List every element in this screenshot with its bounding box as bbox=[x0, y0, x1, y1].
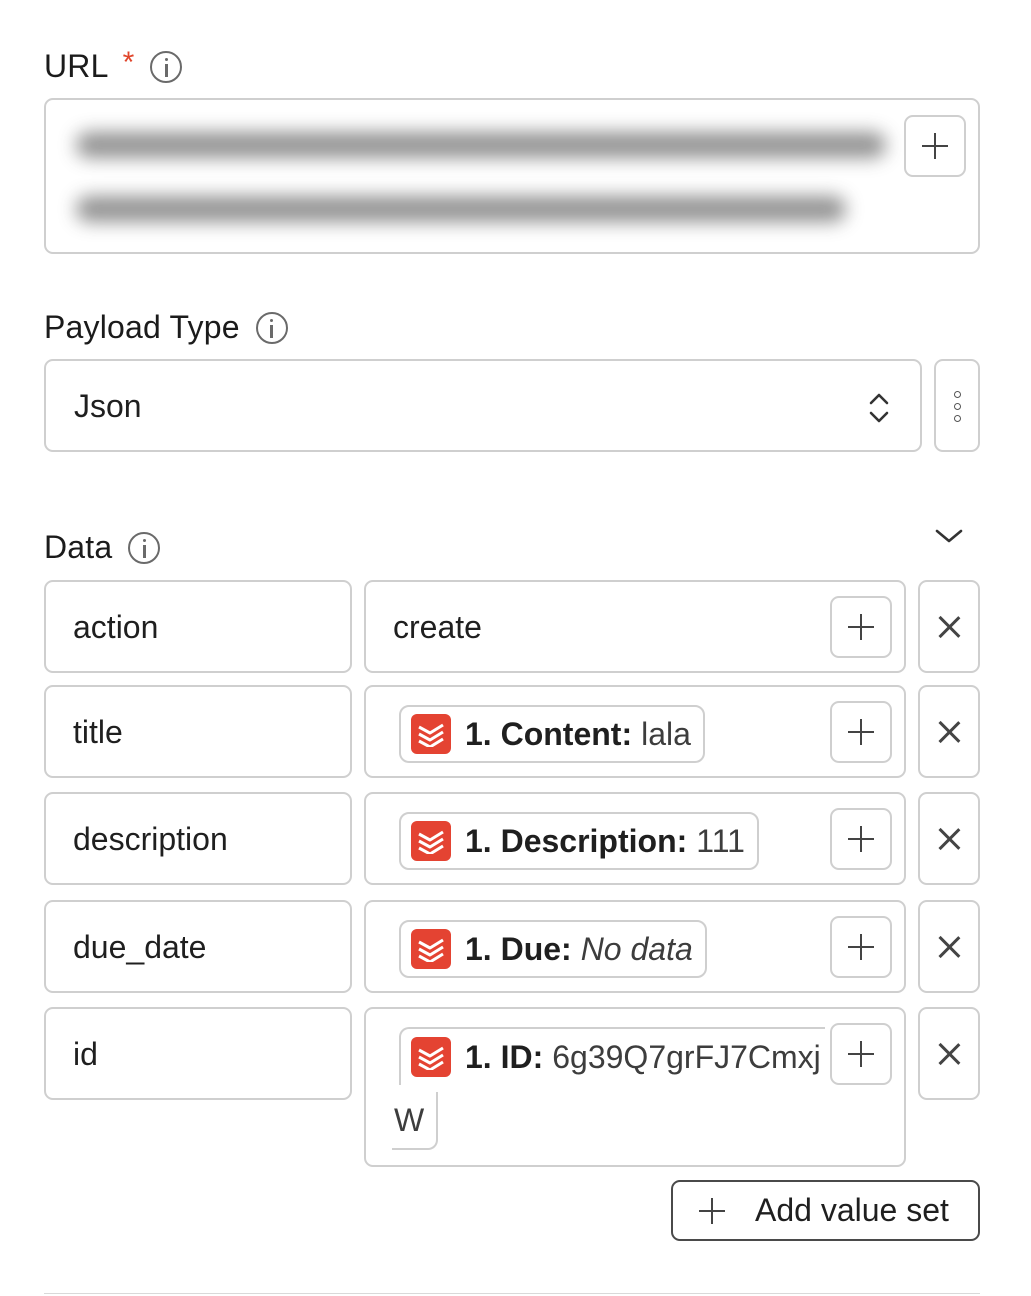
data-key-field[interactable]: id bbox=[44, 1007, 352, 1100]
mapped-field-pill-wrap[interactable]: W bbox=[392, 1092, 438, 1150]
redacted-url-text bbox=[76, 196, 846, 222]
data-key-text: due_date bbox=[73, 929, 207, 965]
data-label: Data bbox=[44, 529, 113, 565]
more-vertical-icon bbox=[954, 391, 962, 427]
remove-row-button[interactable] bbox=[918, 792, 980, 885]
plus-icon bbox=[848, 614, 874, 640]
divider bbox=[44, 1293, 980, 1294]
todoist-icon bbox=[411, 929, 451, 969]
close-icon bbox=[938, 721, 960, 743]
plus-icon bbox=[922, 133, 948, 159]
info-icon[interactable] bbox=[128, 531, 161, 564]
info-icon[interactable] bbox=[150, 50, 183, 83]
mapped-field-pill[interactable]: 1. Content: lala bbox=[399, 705, 705, 763]
remove-row-button[interactable] bbox=[918, 1007, 980, 1100]
data-value-field[interactable]: create bbox=[364, 580, 906, 673]
data-value-field[interactable]: 1. Content: lala bbox=[364, 685, 906, 778]
pill-field-value: 6g39Q7grFJ7Cmxj bbox=[552, 1038, 821, 1075]
payload-type-label: Payload Type bbox=[44, 309, 240, 345]
data-value-field[interactable]: 1. ID: 6g39Q7grFJ7Cmxj W bbox=[364, 1007, 906, 1167]
payload-type-label-row: Payload Type bbox=[44, 309, 288, 346]
mapped-field-pill[interactable]: 1. Description: 111 bbox=[399, 812, 759, 870]
data-key-text: title bbox=[73, 714, 123, 750]
mapped-field-pill[interactable]: 1. ID: 6g39Q7grFJ7Cmxj bbox=[399, 1027, 825, 1085]
insert-data-button[interactable] bbox=[830, 916, 892, 978]
insert-data-button[interactable] bbox=[830, 1023, 892, 1085]
data-label-row: Data bbox=[44, 529, 161, 566]
insert-data-button[interactable] bbox=[830, 596, 892, 658]
pill-field-name: 1. ID: bbox=[465, 1038, 544, 1075]
remove-row-button[interactable] bbox=[918, 900, 980, 993]
plus-icon bbox=[848, 934, 874, 960]
pill-field-value: No data bbox=[580, 930, 693, 967]
data-key-text: action bbox=[73, 609, 159, 645]
insert-data-button[interactable] bbox=[830, 701, 892, 763]
url-input[interactable] bbox=[44, 98, 980, 254]
pill-field-value: lala bbox=[641, 715, 691, 752]
chevron-up-down-icon bbox=[869, 393, 889, 423]
data-value-text: create bbox=[393, 609, 482, 645]
close-icon bbox=[938, 828, 960, 850]
plus-icon bbox=[848, 1041, 874, 1067]
data-key-text: description bbox=[73, 821, 228, 857]
plus-icon bbox=[848, 826, 874, 852]
data-key-field[interactable]: due_date bbox=[44, 900, 352, 993]
todoist-icon bbox=[411, 1037, 451, 1077]
payload-type-select[interactable]: Json bbox=[44, 359, 922, 452]
todoist-icon bbox=[411, 714, 451, 754]
payload-type-selected-value: Json bbox=[74, 388, 142, 424]
plus-icon bbox=[699, 1197, 725, 1224]
todoist-icon bbox=[411, 821, 451, 861]
close-icon bbox=[938, 936, 960, 958]
redacted-url-text bbox=[76, 132, 886, 158]
required-marker: * bbox=[122, 45, 135, 79]
chevron-down-icon[interactable] bbox=[934, 526, 964, 546]
insert-data-button[interactable] bbox=[830, 808, 892, 870]
add-value-set-label: Add value set bbox=[755, 1192, 949, 1228]
info-icon[interactable] bbox=[255, 311, 288, 344]
data-value-field[interactable]: 1. Due: No data bbox=[364, 900, 906, 993]
pill-field-value: 111 bbox=[696, 822, 745, 859]
data-key-field[interactable]: action bbox=[44, 580, 352, 673]
data-value-field[interactable]: 1. Description: 111 bbox=[364, 792, 906, 885]
remove-row-button[interactable] bbox=[918, 685, 980, 778]
payload-type-more-button[interactable] bbox=[934, 359, 980, 452]
close-icon bbox=[938, 616, 960, 638]
url-insert-data-button[interactable] bbox=[904, 115, 966, 177]
mapped-field-pill[interactable]: 1. Due: No data bbox=[399, 920, 707, 978]
url-label: URL bbox=[44, 48, 109, 84]
pill-field-name: 1. Due: bbox=[465, 930, 572, 967]
url-label-row: URL * bbox=[44, 45, 183, 85]
data-key-field[interactable]: description bbox=[44, 792, 352, 885]
remove-row-button[interactable] bbox=[918, 580, 980, 673]
data-key-field[interactable]: title bbox=[44, 685, 352, 778]
pill-field-name: 1. Content: bbox=[465, 715, 633, 752]
pill-field-name: 1. Description: bbox=[465, 822, 688, 859]
add-value-set-button[interactable]: Add value set bbox=[671, 1180, 980, 1241]
close-icon bbox=[938, 1043, 960, 1065]
data-key-text: id bbox=[73, 1036, 98, 1072]
plus-icon bbox=[848, 719, 874, 745]
pill-field-value-continued: W bbox=[394, 1101, 425, 1138]
